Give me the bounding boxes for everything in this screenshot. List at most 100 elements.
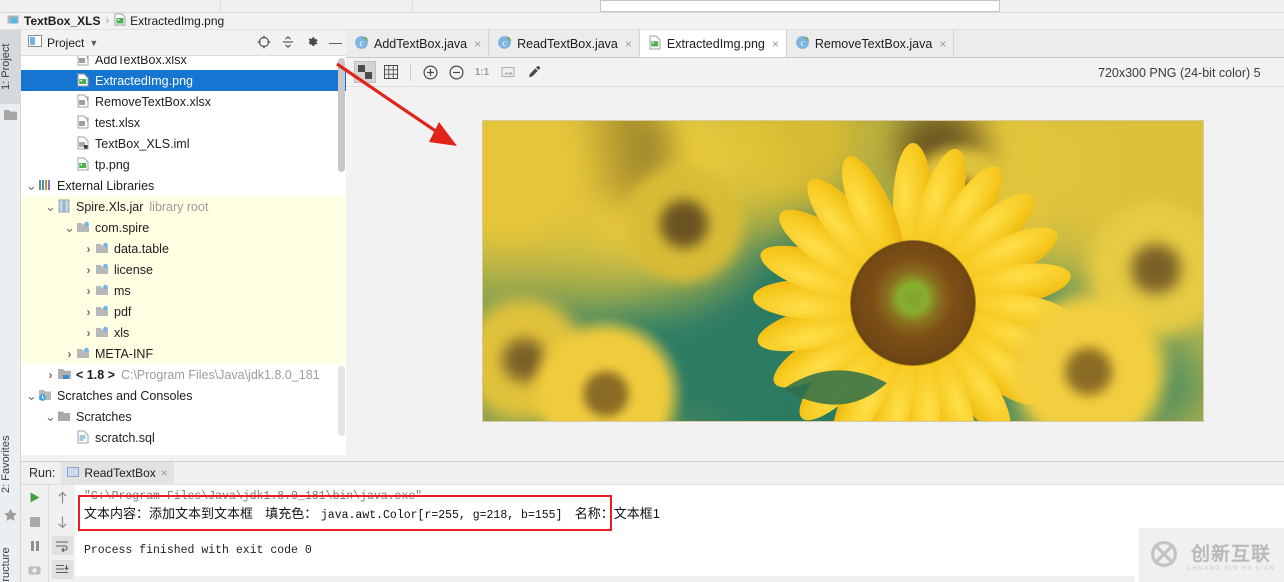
chevron-down-icon[interactable]: ⌄: [25, 389, 38, 402]
tree-item-label: pdf: [114, 304, 132, 319]
tree-item-label: test.xlsx: [95, 115, 141, 130]
editor-tab-label: ReadTextBox.java: [517, 36, 618, 51]
editor-tab-readtextbox-java[interactable]: c ReadTextBox.java ×: [489, 30, 640, 57]
run-panel-side-toolbar[interactable]: [21, 485, 75, 582]
tree-item-scratches[interactable]: ⌄ Scratches: [21, 406, 346, 427]
tree-item-license[interactable]: › license: [21, 259, 346, 280]
dump-threads-button[interactable]: [24, 560, 45, 579]
tree-item-1-8[interactable]: › < 1.8 > C:\Program Files\Java\jdk1.8.0_1…: [21, 364, 346, 385]
actual-size-label: 1:1: [474, 66, 490, 78]
console-horizontal-scrollbar[interactable]: [75, 576, 1135, 582]
watermark-pinyin: CHUANG XIN HU LIAN: [1186, 565, 1276, 572]
breadcrumb-file[interactable]: ExtractedImg.png: [114, 13, 224, 29]
sidebar-item-structure[interactable]: Structure: [0, 534, 21, 582]
breadcrumb-project[interactable]: TextBox_XLS: [7, 13, 100, 29]
scratches-icon: [38, 388, 54, 403]
tree-item-scratches-and-consoles[interactable]: ⌄ Scratches and Consoles: [21, 385, 346, 406]
chevron-right-icon[interactable]: ›: [82, 242, 95, 256]
sidebar-item-project[interactable]: 1: Project: [0, 30, 21, 104]
chevron-right-icon[interactable]: ›: [82, 326, 95, 340]
close-icon[interactable]: ×: [625, 37, 632, 51]
chevron-right-icon[interactable]: ›: [82, 305, 95, 319]
tree-scrollbar-thumb[interactable]: [338, 58, 345, 172]
tree-item-ms[interactable]: › ms: [21, 280, 346, 301]
star-icon: [3, 508, 18, 523]
red-annotation-box: [78, 495, 612, 531]
minimize-icon[interactable]: —: [329, 36, 342, 49]
breadcrumb-separator: ›: [105, 15, 110, 27]
package-icon: [76, 220, 92, 235]
pause-button[interactable]: [24, 536, 45, 555]
image-info-text: 720x300 PNG (24-bit color) 5: [1098, 65, 1261, 80]
tree-item-meta-inf[interactable]: › META-INF: [21, 343, 346, 364]
editor-tab-removetextbox-java[interactable]: c RemoveTextBox.java ×: [786, 30, 955, 57]
tree-item-label: data.table: [114, 241, 169, 256]
svg-text:c: c: [800, 38, 804, 48]
transparency-checkerboard-icon[interactable]: [354, 61, 376, 83]
tree-item-xls[interactable]: › xls: [21, 322, 346, 343]
chevron-down-icon[interactable]: ⌄: [44, 200, 57, 213]
chevron-down-icon[interactable]: ⌄: [63, 221, 76, 234]
svg-text:?: ?: [86, 118, 90, 124]
settings-gear-icon[interactable]: [305, 35, 319, 52]
grid-icon[interactable]: [380, 61, 402, 83]
tree-item-tp-png[interactable]: tp.png: [21, 154, 346, 175]
close-icon[interactable]: ×: [474, 37, 481, 51]
sidebar-item-favorites[interactable]: 2: Favorites: [0, 422, 21, 506]
tree-item-spire-xls-jar[interactable]: ⌄ Spire.Xls.jar library root: [21, 196, 346, 217]
folder-icon: [57, 409, 73, 424]
watermark-chinese: 创新互联: [1190, 543, 1271, 565]
locate-icon[interactable]: [257, 35, 271, 52]
collapse-all-icon[interactable]: [281, 35, 295, 52]
soft-wrap-button[interactable]: [51, 536, 73, 555]
chevron-down-icon[interactable]: ▼: [89, 38, 98, 48]
tree-item-com-spire[interactable]: ⌄ com.spire: [21, 217, 346, 238]
close-icon[interactable]: ×: [161, 466, 168, 480]
tree-item-external-libraries[interactable]: ⌄ External Libraries: [21, 175, 346, 196]
tree-item-test-xlsx[interactable]: ? test.xlsx: [21, 112, 346, 133]
jar-icon: [57, 199, 73, 214]
tree-item-label: license: [114, 262, 153, 277]
zoom-out-icon[interactable]: [445, 61, 467, 83]
color-picker-icon[interactable]: [523, 61, 545, 83]
watermark: 创新互联 CHUANG XIN HU LIAN: [1139, 528, 1284, 582]
tree-item-label: Scratches: [76, 409, 132, 424]
chevron-down-icon[interactable]: ⌄: [25, 179, 38, 192]
chevron-right-icon[interactable]: ›: [44, 368, 57, 382]
close-icon[interactable]: ×: [772, 37, 779, 51]
editor-tab-extractedimg-png[interactable]: ExtractedImg.png ×: [639, 30, 787, 57]
chevron-right-icon[interactable]: ›: [63, 347, 76, 361]
rerun-button[interactable]: [24, 488, 45, 507]
editor-tab-bar[interactable]: c AddTextBox.java × c ReadTextBox.java × Extra…: [346, 30, 1284, 58]
up-stacktrace-button[interactable]: [52, 488, 73, 507]
run-side-col-right: [48, 485, 75, 582]
iml-file-icon: [76, 136, 92, 151]
chevron-down-icon[interactable]: ⌄: [44, 410, 57, 423]
chevron-right-icon[interactable]: ›: [82, 284, 95, 298]
editor-tab-addtextbox-java[interactable]: c AddTextBox.java ×: [346, 30, 490, 57]
tree-scrollbar-track[interactable]: [338, 366, 345, 436]
chevron-right-icon[interactable]: ›: [82, 263, 95, 277]
zoom-in-icon[interactable]: [419, 61, 441, 83]
actual-size-icon[interactable]: 1:1: [471, 61, 493, 83]
tree-item-scratch-sql[interactable]: scratch.sql: [21, 427, 346, 448]
tree-item-addtextbox-xlsx[interactable]: ? AddTextBox.xlsx: [21, 56, 346, 70]
tree-item-data-table[interactable]: › data.table: [21, 238, 346, 259]
project-tree[interactable]: ? AddTextBox.xlsx ExtractedImg.png? RemoveT…: [21, 56, 346, 455]
tree-item-extractedimg-png[interactable]: ExtractedImg.png: [21, 70, 346, 91]
tree-item-sublabel: library root: [149, 199, 209, 214]
tree-item-label: < 1.8 >: [76, 367, 115, 382]
xlsx-file-icon: ?: [76, 115, 92, 130]
tree-item-removetextbox-xlsx[interactable]: ? RemoveTextBox.xlsx: [21, 91, 346, 112]
stop-button[interactable]: [24, 512, 45, 531]
fit-to-window-icon[interactable]: [497, 61, 519, 83]
run-configuration-tab[interactable]: ReadTextBox ×: [61, 461, 174, 485]
down-stacktrace-button[interactable]: [52, 512, 73, 531]
tree-item-textbox-xls-iml[interactable]: TextBox_XLS.iml: [21, 133, 346, 154]
tree-item-pdf[interactable]: › pdf: [21, 301, 346, 322]
scroll-to-end-button[interactable]: [51, 560, 73, 579]
package-icon: [95, 304, 111, 319]
close-icon[interactable]: ×: [939, 37, 946, 51]
run-label: Run:: [29, 466, 56, 480]
tree-item-label: com.spire: [95, 220, 150, 235]
